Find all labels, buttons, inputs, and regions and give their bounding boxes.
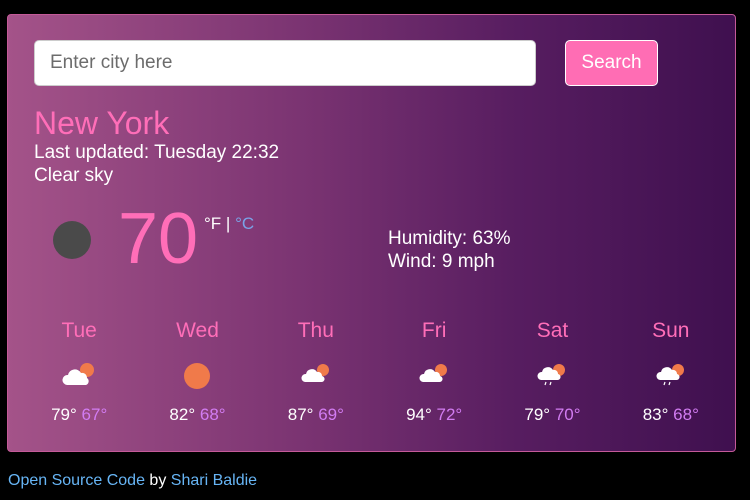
forecast-max-temp: 79° (51, 405, 77, 424)
forecast-temps: 79° 67° (20, 405, 138, 425)
forecast-min-temp: 70° (554, 405, 581, 424)
weather-stats: Humidity: 63% Wind: 9 mph (388, 227, 511, 273)
forecast-day-name: Sat (536, 319, 569, 342)
partly-cloudy-icon (300, 361, 332, 390)
forecast-day: Sun 83° 68° (612, 317, 730, 432)
weather-description: Clear sky (34, 165, 114, 186)
open-source-link[interactable]: Open Source Code (8, 472, 145, 489)
forecast-day-name: Sun (652, 319, 690, 342)
footer-by: by (144, 472, 171, 489)
fahrenheit-unit: °F (204, 214, 222, 233)
forecast-max-temp: 82° (169, 405, 196, 424)
forecast-max-temp: 87° (287, 405, 314, 424)
footer: Open Source Code by Shari Baldie (8, 471, 257, 491)
forecast-temps: 94° 72° (375, 405, 493, 425)
forecast-day: Thu 87° 69° (257, 317, 375, 432)
wind: Wind: 9 mph (388, 251, 495, 272)
forecast-temps: 79° 70° (493, 405, 611, 425)
forecast-row: Tue 79° 67° Wed 82° 68° Thu 87° 69° Fri (20, 317, 730, 432)
forecast-day-name: Fri (421, 319, 447, 342)
forecast-day: Fri 94° 72° (375, 317, 493, 432)
forecast-max-temp: 83° (642, 405, 669, 424)
forecast-day: Sat 79° 70° (493, 317, 611, 432)
sun-icon (182, 361, 212, 396)
unit-toggle: °F | °C (204, 214, 254, 234)
forecast-temps: 82° 68° (138, 405, 256, 425)
forecast-min-temp: 72° (436, 405, 463, 424)
forecast-max-temp: 94° (406, 405, 432, 424)
celsius-link[interactable]: °C (235, 214, 254, 233)
partly-cloudy-icon (418, 361, 450, 390)
humidity: Humidity: 63% (388, 228, 511, 249)
unit-separator: | (221, 214, 236, 233)
forecast-max-temp: 79° (524, 405, 551, 424)
rain-cloud-icon (655, 361, 687, 392)
rain-cloud-icon (536, 361, 568, 392)
last-updated: Last updated: Tuesday 22:32 (34, 142, 280, 163)
forecast-day: Wed 82° 68° (138, 317, 256, 432)
weather-card: Search New York Last updated: Tuesday 22… (7, 14, 736, 452)
search-button[interactable]: Search (565, 40, 658, 86)
author-link[interactable]: Shari Baldie (171, 472, 257, 489)
partly-cloudy-icon (61, 361, 97, 392)
forecast-min-temp: 68° (673, 405, 699, 424)
moon-icon (53, 221, 91, 259)
forecast-min-temp: 67° (81, 405, 108, 424)
forecast-day-name: Thu (297, 319, 334, 342)
forecast-day-name: Wed (176, 319, 219, 342)
city-name: New York (34, 105, 170, 141)
forecast-temps: 87° 69° (257, 405, 375, 425)
forecast-min-temp: 68° (199, 405, 226, 424)
forecast-temps: 83° 68° (612, 405, 730, 425)
current-temperature: 70 (118, 199, 199, 279)
forecast-min-temp: 69° (318, 405, 344, 424)
city-search-input[interactable] (34, 40, 536, 86)
forecast-day-name: Tue (61, 319, 97, 342)
forecast-day: Tue 79° 67° (20, 317, 138, 432)
